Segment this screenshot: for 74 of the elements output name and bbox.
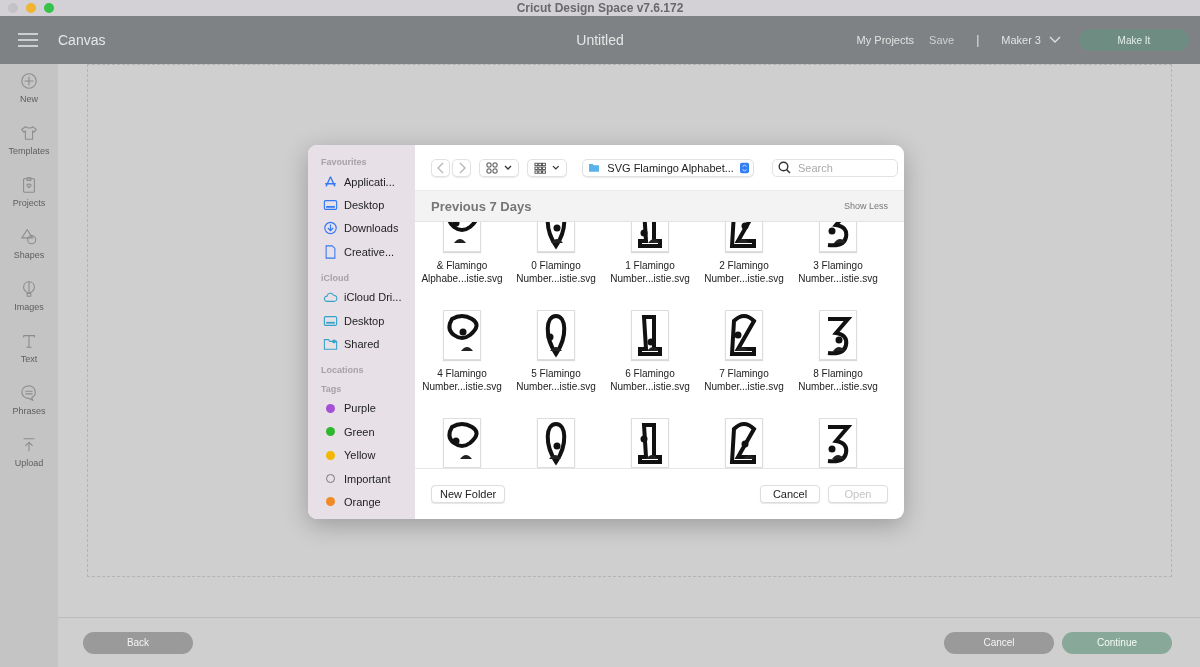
letter-icon [20, 332, 38, 350]
sidebar-item[interactable]: iCloud Dri... [323, 285, 415, 309]
sidebar-item[interactable]: Applicati... [323, 170, 415, 194]
toolbar-item[interactable]: Upload [14, 436, 44, 468]
file-item[interactable]: 0 Flamingo Number...istie.svg [509, 222, 603, 310]
document-title: Untitled [575, 32, 625, 48]
file-item[interactable]: 2 Flamingo Number...istie.svg [697, 222, 791, 310]
shirt-icon [20, 124, 38, 142]
section-title: Canvas [58, 32, 106, 48]
file-item[interactable]: 8 Flamingo Number...istie.svg [791, 310, 885, 418]
sidebar-item[interactable]: Important [323, 466, 415, 491]
sidebar-item[interactable]: Yellow [323, 443, 415, 467]
sidebar-item[interactable]: Creative... [323, 240, 415, 264]
show-less-link[interactable]: Show Less [843, 201, 888, 211]
file-item[interactable]: 6 Flamingo Number...istie.svg [603, 310, 697, 418]
minimize-button[interactable] [26, 3, 36, 13]
sidebar-item[interactable]: Desktop [323, 308, 415, 333]
toolbar-item[interactable]: Templates [8, 124, 50, 156]
desktop-icon [323, 198, 338, 213]
cancel-button[interactable]: Cancel [760, 485, 820, 503]
sidebar-item[interactable]: Green [323, 420, 415, 444]
grid-dense-icon [534, 161, 547, 174]
toolbar-item[interactable]: Shapes [13, 228, 45, 260]
file-item[interactable]: 7 Flamingo Number...istie.svg [697, 310, 791, 418]
toolbar-item[interactable]: Text [20, 332, 38, 364]
sidebar-heading: Locations [321, 364, 365, 375]
toolbar-item[interactable]: New [20, 72, 38, 104]
folder-popup[interactable]: SVG Flamingo Alphabet... [582, 158, 754, 177]
back-button[interactable] [431, 158, 450, 177]
shapes-icon [20, 228, 38, 246]
cloud-icon [323, 290, 338, 305]
caret-icon [504, 164, 512, 171]
shared-folder-icon [323, 337, 338, 352]
search-icon [778, 161, 791, 174]
sidebar-item[interactable]: Shared [323, 332, 415, 356]
chevron-right-icon [457, 161, 466, 174]
download-icon [323, 221, 338, 236]
grid-icon [486, 161, 498, 174]
forward-button[interactable] [452, 158, 471, 177]
toolbar-item[interactable]: Images [14, 280, 44, 312]
sidebar-item[interactable]: Downloads [323, 216, 415, 241]
sidebar-item[interactable]: Orange [323, 490, 415, 514]
sidebar-heading: iCloud [321, 272, 350, 283]
zoom-button[interactable] [44, 3, 54, 13]
menu-icon[interactable] [18, 33, 38, 47]
file-item[interactable]: 5 Flamingo Number...istie.svg [509, 310, 603, 418]
speech-bubble-icon [20, 384, 38, 402]
caret-icon [552, 164, 560, 171]
view-mode-button[interactable] [479, 158, 519, 177]
chevron-left-icon [436, 161, 445, 174]
apps-icon [323, 174, 338, 189]
chevron-icon [1049, 36, 1061, 44]
file-item[interactable]: 4 Flamingo Number...istie.svg [415, 310, 509, 418]
folder-icon [589, 161, 600, 174]
new-folder-button[interactable]: New Folder [431, 485, 506, 503]
plus-circle-icon [20, 72, 38, 90]
toolbar-item[interactable]: Phrases [12, 384, 46, 416]
sidebar-item[interactable]: Desktop [323, 193, 415, 217]
balloon-icon [20, 280, 38, 298]
sidebar-heading: Favourites [321, 157, 368, 167]
sidebar-item[interactable]: Purple [323, 396, 415, 421]
document-icon [323, 244, 338, 259]
search-field[interactable]: Search [772, 158, 898, 177]
section-title: Previous 7 Days [431, 198, 532, 214]
file-item[interactable]: 1 Flamingo Number...istie.svg [603, 222, 697, 310]
toolbar-item[interactable]: Projects [12, 176, 46, 208]
separator: | [976, 33, 980, 47]
sidebar-heading: Tags [321, 383, 343, 394]
desktop-icon [323, 313, 338, 328]
clipboard-icon [20, 176, 38, 194]
file-item[interactable]: 3 Flamingo Number...istie.svg [791, 222, 885, 310]
window-title: Cricut Design Space v7.6.172 [516, 1, 684, 15]
file-item[interactable]: & Flamingo Alphabe...istie.svg [415, 222, 509, 310]
group-by-button[interactable] [527, 158, 567, 177]
